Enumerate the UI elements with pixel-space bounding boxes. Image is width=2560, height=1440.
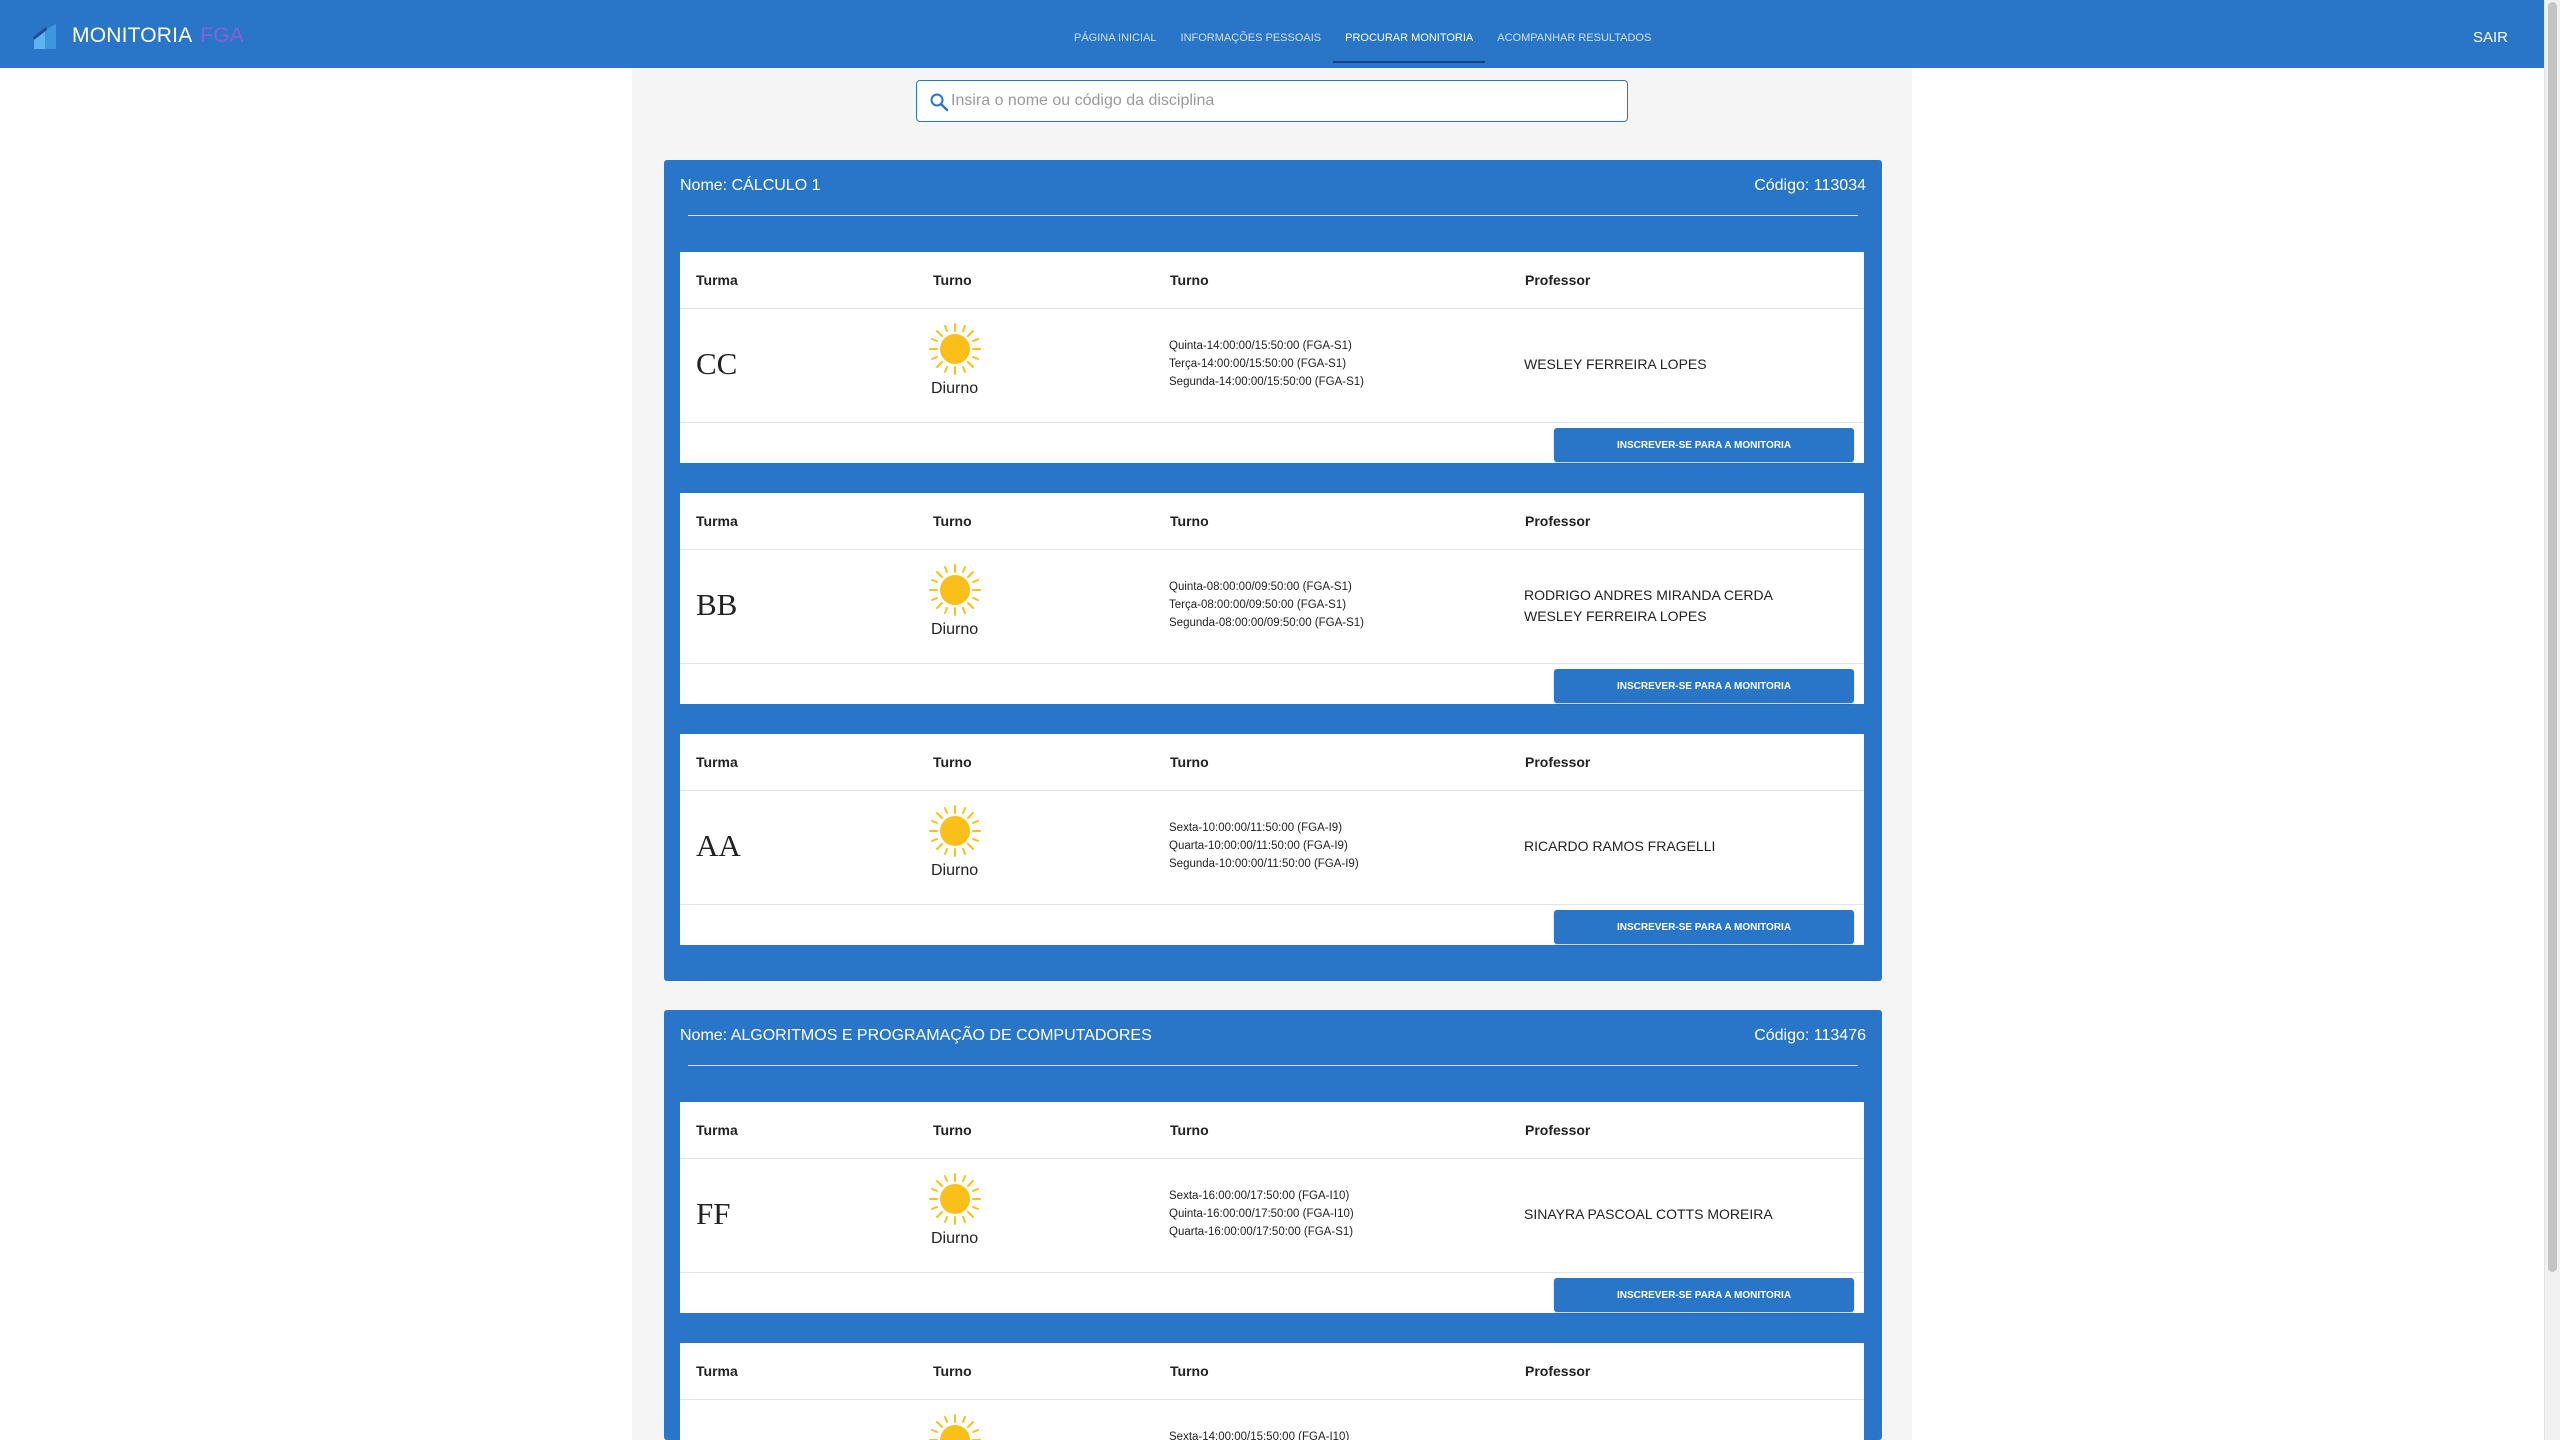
logo-icon bbox=[33, 24, 56, 49]
schedule-line: Segunda-10:00:00/11:50:00 (FGA-I9) bbox=[1169, 858, 1359, 870]
header-turma: Turma bbox=[696, 513, 738, 529]
schedule-line: Segunda-14:00:00/15:50:00 (FGA-S1) bbox=[1169, 376, 1364, 388]
header-horario: Turno bbox=[1170, 513, 1209, 529]
header-professor: Professor bbox=[1525, 513, 1591, 529]
turma-code: FF bbox=[696, 1196, 731, 1231]
sun-icon bbox=[929, 1173, 981, 1225]
sun-icon bbox=[929, 323, 981, 375]
schedule-line: Sexta-10:00:00/11:50:00 (FGA-I9) bbox=[1169, 822, 1343, 834]
header-horario: Turno bbox=[1170, 1363, 1209, 1379]
card-header: Nome: ALGORITMOS E PROGRAMAÇÃO DE COMPUT… bbox=[664, 1010, 1882, 1066]
disciplina-name: Nome: CÁLCULO 1 bbox=[680, 177, 821, 194]
schedule-line: Quinta-14:00:00/15:50:00 (FGA-S1) bbox=[1169, 340, 1352, 352]
header-turma: Turma bbox=[696, 754, 738, 770]
professor-name: RODRIGO ANDRES MIRANDA CERDA bbox=[1524, 587, 1773, 603]
turma-code: AA bbox=[696, 828, 741, 863]
divider bbox=[680, 790, 1864, 791]
header-turma: Turma bbox=[696, 1122, 738, 1138]
turma-code: BB bbox=[696, 587, 738, 622]
card-header: Nome: CÁLCULO 1 Código: 113034 bbox=[664, 160, 1882, 216]
search-box bbox=[916, 80, 1628, 122]
schedule-line: Quarta-16:00:00/17:50:00 (FGA-S1) bbox=[1169, 1226, 1354, 1238]
nav-procurar-monitoria[interactable]: PROCURAR MONITORIA bbox=[1333, 0, 1486, 68]
main-nav: PÁGINA INICIAL INFORMAÇÕES PESSOAIS PROC… bbox=[1062, 0, 1663, 68]
enroll-button[interactable]: INSCREVER-SE PARA A MONITORIA bbox=[1554, 1278, 1854, 1312]
header-turno: Turno bbox=[933, 513, 972, 529]
disciplina-code: Código: 113034 bbox=[1754, 177, 1866, 194]
header-turma: Turma bbox=[696, 1363, 738, 1379]
logout-link[interactable]: SAIR bbox=[2473, 0, 2508, 68]
disciplina-card: Nome: ALGORITMOS E PROGRAMAÇÃO DE COMPUT… bbox=[664, 1010, 1882, 1440]
schedule-line: Sexta-16:00:00/17:50:00 (FGA-I10) bbox=[1169, 1190, 1350, 1202]
page-scrollbar[interactable] bbox=[2544, 0, 2560, 1440]
turma-table: Turma Turno Turno Professor CC Diurno Qu… bbox=[680, 252, 1864, 463]
disciplina-name: Nome: ALGORITMOS E PROGRAMAÇÃO DE COMPUT… bbox=[680, 1027, 1152, 1044]
turno-label: Diurno bbox=[931, 380, 979, 397]
sun-icon bbox=[929, 564, 981, 616]
header-turma: Turma bbox=[696, 272, 738, 288]
header-turno: Turno bbox=[933, 1363, 972, 1379]
divider bbox=[680, 422, 1864, 423]
header-horario: Turno bbox=[1170, 754, 1209, 770]
turma-code: CC bbox=[696, 346, 738, 381]
brand-accent: FGA bbox=[200, 24, 244, 47]
divider bbox=[680, 1399, 1864, 1400]
card-divider bbox=[688, 215, 1858, 216]
turno-label: Diurno bbox=[931, 621, 979, 638]
turma-table: Turma Turno Turno Professor FF Diurno Se… bbox=[680, 1102, 1864, 1313]
nav-pagina-inicial[interactable]: PÁGINA INICIAL bbox=[1062, 0, 1169, 68]
search-icon bbox=[930, 93, 949, 112]
header-horario: Turno bbox=[1170, 1122, 1209, 1138]
turma-table: Turma Turno Turno Professor AA Diurno Se… bbox=[680, 734, 1864, 945]
header-turno: Turno bbox=[933, 272, 972, 288]
header-professor: Professor bbox=[1525, 1363, 1591, 1379]
disciplina-card: Nome: CÁLCULO 1 Código: 113034 Turma Tur… bbox=[664, 160, 1882, 981]
schedule-line: Quarta-10:00:00/11:50:00 (FGA-I9) bbox=[1169, 840, 1348, 852]
header-professor: Professor bbox=[1525, 754, 1591, 770]
schedule-line: Terça-08:00:00/09:50:00 (FGA-S1) bbox=[1169, 599, 1347, 611]
header-professor: Professor bbox=[1525, 272, 1591, 288]
schedule-line: Quinta-16:00:00/17:50:00 (FGA-I10) bbox=[1169, 1208, 1354, 1220]
schedule-line: Quinta-08:00:00/09:50:00 (FGA-S1) bbox=[1169, 581, 1352, 593]
sun-icon bbox=[929, 805, 981, 857]
enroll-button[interactable]: INSCREVER-SE PARA A MONITORIA bbox=[1554, 910, 1854, 944]
professor-name: RICARDO RAMOS FRAGELLI bbox=[1524, 838, 1716, 854]
nav-informacoes-pessoais[interactable]: INFORMAÇÕES PESSOAIS bbox=[1169, 0, 1334, 68]
divider bbox=[680, 308, 1864, 309]
brand[interactable]: MONITORIA FGA bbox=[30, 20, 244, 52]
nav-acompanhar-resultados[interactable]: ACOMPANHAR RESULTADOS bbox=[1485, 0, 1663, 68]
top-navbar: MONITORIA FGA PÁGINA INICIAL INFORMAÇÕES… bbox=[0, 0, 2544, 68]
turma-table: Turma Turno Turno Professor BB Diurno Qu… bbox=[680, 493, 1864, 704]
schedule-line: Sexta-14:00:00/15:50:00 (FGA-I10) bbox=[1169, 1431, 1350, 1440]
brand-name: MONITORIA bbox=[72, 24, 193, 47]
divider bbox=[680, 663, 1864, 664]
professor-name: WESLEY FERREIRA LOPES bbox=[1524, 608, 1707, 624]
header-turno: Turno bbox=[933, 754, 972, 770]
enroll-button[interactable]: INSCREVER-SE PARA A MONITORIA bbox=[1554, 669, 1854, 703]
enroll-button[interactable]: INSCREVER-SE PARA A MONITORIA bbox=[1554, 428, 1854, 462]
turno-label: Diurno bbox=[931, 862, 979, 879]
schedule-line: Terça-14:00:00/15:50:00 (FGA-S1) bbox=[1169, 358, 1347, 370]
divider bbox=[680, 1158, 1864, 1159]
card-divider bbox=[688, 1065, 1858, 1066]
professor-name: WESLEY FERREIRA LOPES bbox=[1524, 356, 1707, 372]
divider bbox=[680, 904, 1864, 905]
scrollbar-thumb[interactable] bbox=[2548, 2, 2557, 1272]
turma-table: Turma Turno Turno Professor Sexta-14:00:… bbox=[680, 1343, 1864, 1440]
disciplina-code: Código: 113476 bbox=[1754, 1027, 1866, 1044]
divider bbox=[680, 549, 1864, 550]
sun-icon bbox=[929, 1414, 981, 1440]
turno-label: Diurno bbox=[931, 1230, 979, 1247]
professor-name: SINAYRA PASCOAL COTTS MOREIRA bbox=[1524, 1206, 1773, 1222]
header-turno: Turno bbox=[933, 1122, 972, 1138]
header-horario: Turno bbox=[1170, 272, 1209, 288]
divider bbox=[680, 1272, 1864, 1273]
header-professor: Professor bbox=[1525, 1122, 1591, 1138]
search-input[interactable] bbox=[951, 81, 1621, 121]
schedule-line: Segunda-08:00:00/09:50:00 (FGA-S1) bbox=[1169, 617, 1364, 629]
